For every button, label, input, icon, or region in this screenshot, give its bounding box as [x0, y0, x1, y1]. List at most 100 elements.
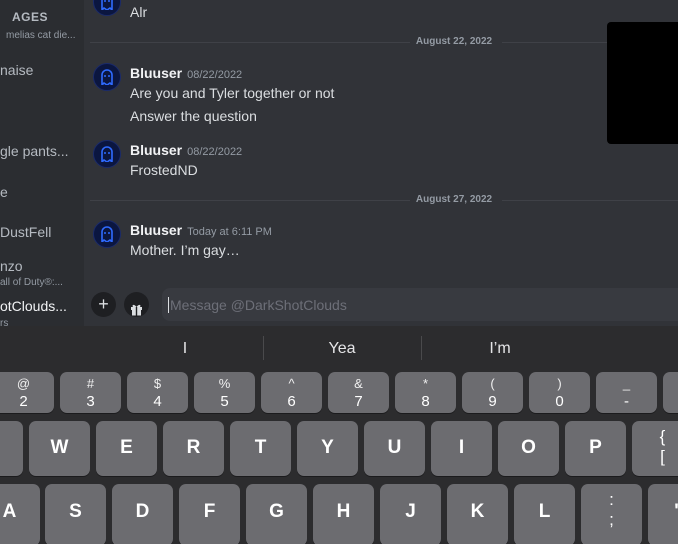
key-symbol: # — [86, 376, 95, 391]
key-G[interactable]: G — [246, 484, 307, 544]
key-3[interactable]: #3 — [60, 372, 121, 413]
message-input[interactable]: Message @DarkShotClouds — [162, 288, 678, 321]
key-E[interactable]: E — [96, 421, 157, 476]
key-edge[interactable] — [0, 421, 23, 476]
app-window: AGES melias cat die... naise gle pants..… — [0, 0, 678, 544]
suggestion-3[interactable]: I’m — [422, 334, 578, 364]
timestamp: 08/22/2022 — [187, 69, 243, 81]
sidebar-item-dm[interactable]: gle pants... — [0, 143, 69, 159]
username[interactable]: Bluuser — [130, 222, 182, 238]
key-D[interactable]: D — [112, 484, 173, 544]
date-divider-label: August 22, 2022 — [415, 36, 493, 47]
key-digit: 4 — [153, 393, 162, 410]
message-header: Bluuser 08/22/2022 — [130, 142, 242, 160]
avatar[interactable] — [93, 63, 121, 91]
key-H[interactable]: H — [313, 484, 374, 544]
gift-button[interactable] — [124, 292, 149, 317]
key-T[interactable]: T — [230, 421, 291, 476]
key-digit: - — [624, 393, 629, 410]
key-digit: 6 — [287, 393, 296, 410]
key-R[interactable]: R — [163, 421, 224, 476]
key-label: P — [589, 437, 602, 458]
key-quote[interactable]: " — [648, 484, 678, 544]
suggestion-2[interactable]: Yea — [264, 334, 420, 364]
key-symbol: $ — [153, 376, 162, 391]
key-label: L — [538, 501, 551, 522]
sidebar-item-dm-selected[interactable]: otClouds... — [0, 298, 67, 314]
message-group: Bluuser Today at 6:11 PM Mother. I’m gay… — [84, 220, 594, 262]
message-group: Bluuser 08/22/2022 FrostedND — [84, 140, 594, 180]
message-input-placeholder: Message @DarkShotClouds — [170, 297, 347, 313]
dm-section-header: AGES — [12, 10, 49, 24]
message-header: Bluuser Today at 6:11 PM — [130, 222, 272, 240]
avatar[interactable] — [93, 140, 121, 168]
message-composer: + Message @DarkShotClouds — [84, 287, 678, 321]
key-label: O — [521, 437, 536, 458]
key-L[interactable]: L — [514, 484, 575, 544]
key-0[interactable]: ) 0 — [529, 372, 590, 413]
key-symbol: * — [422, 376, 429, 391]
date-divider: August 27, 2022 — [84, 194, 678, 206]
key-K[interactable]: K — [447, 484, 508, 544]
message-text: FrostedND — [130, 162, 198, 178]
sidebar-item-subtitle: rs — [0, 318, 9, 326]
key--[interactable]: _ - — [596, 372, 657, 413]
key-4[interactable]: $4 — [127, 372, 188, 413]
key-label: U — [387, 437, 402, 458]
message-text: Answer the question — [130, 108, 257, 124]
sidebar-item-dm[interactable]: DustFell — [0, 224, 51, 240]
avatar[interactable] — [93, 220, 121, 248]
username[interactable]: Bluuser — [130, 65, 182, 81]
key-6[interactable]: ^ 6 — [261, 372, 322, 413]
key-symbol: ( — [490, 376, 495, 391]
onscreen-keyboard: I Yea I’m @2 #3 $4% 5 ^ 6 & 7 * 8(9) 0 _ - W E R T Y U I O P{… — [0, 326, 678, 544]
key-8[interactable]: * 8 — [395, 372, 456, 413]
key-label: K — [470, 501, 485, 522]
key-label: Y — [321, 437, 334, 458]
key-S[interactable]: S — [45, 484, 106, 544]
username[interactable]: Bluuser — [130, 142, 182, 158]
key-symbol: & — [354, 376, 363, 391]
key-W[interactable]: W — [29, 421, 90, 476]
avatar[interactable] — [93, 0, 121, 16]
key-:;[interactable]: : ; — [581, 484, 642, 544]
key-label: D — [135, 501, 150, 522]
key-symbol: ) — [557, 376, 562, 391]
key-2[interactable]: @2 — [0, 372, 54, 413]
key-P[interactable]: P — [565, 421, 626, 476]
key-J[interactable]: J — [380, 484, 441, 544]
message-text: Alr — [130, 4, 148, 20]
key-label: J — [405, 501, 416, 522]
suggestion-1[interactable]: I — [107, 334, 263, 364]
message-text: Mother. I’m gay… — [130, 242, 240, 258]
key-label: F — [203, 501, 216, 522]
sidebar-item-dm[interactable]: nzo — [0, 258, 23, 274]
key-label: A — [2, 501, 17, 522]
date-divider-label: August 27, 2022 — [415, 194, 493, 205]
key-A[interactable]: A — [0, 484, 40, 544]
key-label: " — [648, 501, 678, 523]
key-I[interactable]: I — [431, 421, 492, 476]
key-label: R — [186, 437, 201, 458]
key-O[interactable]: O — [498, 421, 559, 476]
key-5[interactable]: % 5 — [194, 372, 255, 413]
key-label: { [ — [659, 427, 666, 466]
key-symbol: ^ — [288, 376, 295, 391]
video-overlay[interactable] — [607, 22, 678, 144]
key-Y[interactable]: Y — [297, 421, 358, 476]
key-label: E — [120, 437, 133, 458]
key-label: W — [50, 437, 69, 458]
sidebar-item-dm[interactable]: e — [0, 184, 8, 200]
add-attachment-button[interactable]: + — [91, 292, 116, 317]
key-edge[interactable] — [663, 372, 678, 413]
sidebar-item-dm[interactable]: naise — [0, 62, 33, 78]
key-7[interactable]: & 7 — [328, 372, 389, 413]
plus-icon: + — [98, 294, 109, 314]
key-U[interactable]: U — [364, 421, 425, 476]
key-symbol: % — [218, 376, 231, 391]
message-group: Bluuser 08/22/2022 Are you and Tyler toge… — [84, 63, 594, 125]
key-{[[interactable]: { [ — [632, 421, 678, 476]
key-F[interactable]: F — [179, 484, 240, 544]
key-label: S — [69, 501, 82, 522]
key-9[interactable]: (9 — [462, 372, 523, 413]
